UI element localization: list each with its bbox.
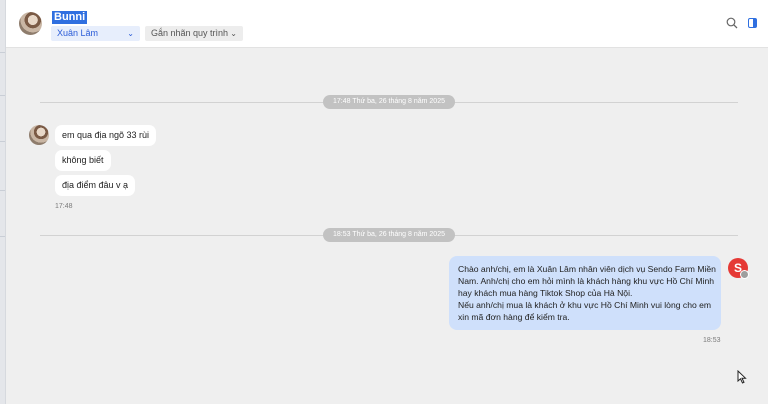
agent-select[interactable]: Xuân Lâm ⌄	[51, 26, 140, 41]
incoming-message[interactable]: em qua địa ngõ 33 rùi	[55, 125, 157, 146]
left-rail	[0, 0, 6, 404]
contact-avatar[interactable]	[19, 12, 42, 35]
message-line: hay khách mua hàng Tiktok Shop của Hà Nộ…	[458, 288, 633, 298]
rail-divider	[0, 52, 5, 53]
incoming-message[interactable]: không biết	[55, 150, 111, 171]
side-panel-icon[interactable]	[748, 18, 757, 28]
message-time: 17:48	[55, 203, 73, 210]
rail-divider	[0, 95, 5, 96]
date-chip: 17:48 Thứ ba, 26 tháng 8 năm 2025	[323, 95, 455, 109]
outgoing-message[interactable]: Chào anh/chị, em là Xuân Lâm nhân viên d…	[449, 256, 721, 330]
message-line: xin mã đơn hàng để kiểm tra.	[458, 312, 570, 322]
agent-select-value: Xuân Lâm	[57, 28, 99, 38]
contact-name[interactable]: Bunni	[52, 11, 88, 24]
chat-header: Bunni Xuân Lâm ⌄ Gắn nhãn quy trình ⌄	[6, 0, 768, 48]
date-divider: 18:53 Thứ ba, 26 tháng 8 năm 2025	[40, 228, 738, 242]
search-icon[interactable]	[726, 17, 738, 32]
contact-avatar-small[interactable]	[29, 125, 49, 145]
tag-select-value: Gắn nhãn quy trình	[151, 28, 229, 38]
rail-divider	[0, 236, 5, 237]
incoming-message[interactable]: địa điểm đâu v ạ	[55, 175, 136, 196]
rail-divider	[0, 141, 5, 142]
date-divider: 17:48 Thứ ba, 26 tháng 8 năm 2025	[40, 95, 738, 109]
rail-divider	[0, 190, 5, 191]
date-chip: 18:53 Thứ ba, 26 tháng 8 năm 2025	[323, 228, 455, 242]
tag-select[interactable]: Gắn nhãn quy trình ⌄	[145, 26, 243, 41]
message-line: Nếu anh/chị mua là khách ở khu vực Hồ Ch…	[458, 300, 712, 310]
chevron-down-icon: ⌄	[230, 29, 237, 38]
mouse-cursor-icon	[737, 369, 747, 386]
chevron-down-icon: ⌄	[127, 29, 134, 38]
message-line: Chào anh/chị, em là Xuân Lâm nhân viên d…	[458, 264, 716, 274]
message-time: 18:53	[703, 337, 721, 344]
status-badge-icon	[740, 270, 749, 279]
shop-avatar[interactable]: S	[728, 258, 749, 279]
message-line: Nam. Anh/chị cho em hỏi mình là khách hà…	[458, 276, 715, 286]
